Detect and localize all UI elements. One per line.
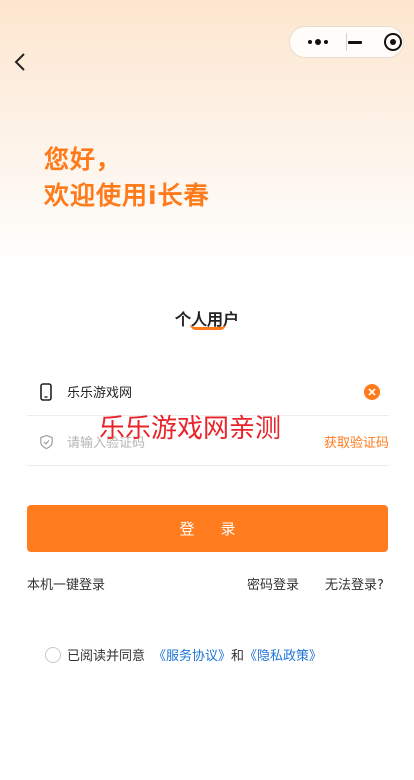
target-circle-icon xyxy=(384,33,402,51)
watermark: 乐乐游戏网亲测 xyxy=(99,414,282,444)
phone-input[interactable]: 乐乐游戏网 xyxy=(67,382,364,401)
greeting-line-2: 欢迎使用i长春 xyxy=(44,181,210,210)
service-agreement-link[interactable]: 《服务协议》 xyxy=(153,645,231,664)
agreement-and: 和 xyxy=(231,649,245,664)
close-button[interactable] xyxy=(347,27,403,57)
more-button[interactable] xyxy=(290,27,346,57)
agreement-prefix: 已阅读并同意 xyxy=(67,649,146,664)
tab-active-indicator xyxy=(190,324,226,330)
login-screen: 您好， 欢迎使用i长春 个人用户 乐乐游戏网 请输入验证码 获取验证码 乐乐游戏… xyxy=(0,0,414,780)
agreement-row: 已阅读并同意 《服务协议》 和 《隐私政策》 xyxy=(45,645,322,664)
privacy-policy-link[interactable]: 《隐私政策》 xyxy=(244,645,322,664)
minus-icon xyxy=(348,40,362,44)
more-dots-icon xyxy=(308,39,328,45)
chevron-left-icon xyxy=(14,53,25,71)
greeting: 您好， 欢迎使用i长春 xyxy=(44,142,210,214)
agree-checkbox[interactable] xyxy=(45,646,61,663)
clear-icon[interactable] xyxy=(364,383,380,400)
back-button[interactable] xyxy=(8,48,32,76)
mini-program-capsule xyxy=(289,26,404,58)
shield-icon xyxy=(27,433,53,451)
cant-login-link[interactable]: 无法登录? xyxy=(325,574,384,593)
greeting-line-1: 您好， xyxy=(44,145,123,174)
login-button[interactable]: 登录 xyxy=(27,505,388,552)
one-click-login-link[interactable]: 本机一键登录 xyxy=(27,574,105,593)
phone-icon xyxy=(27,382,53,401)
password-login-link[interactable]: 密码登录 xyxy=(247,574,299,593)
get-code-button[interactable]: 获取验证码 xyxy=(324,432,389,451)
